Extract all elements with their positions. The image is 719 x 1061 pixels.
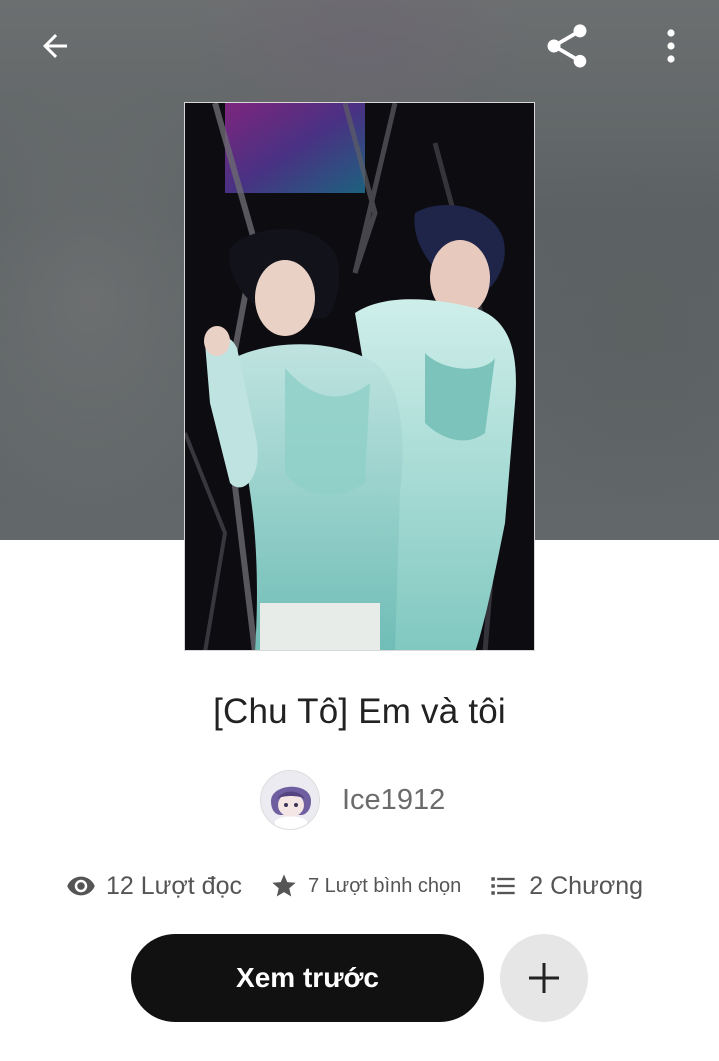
story-title: [Chu Tô] Em và tôi	[213, 692, 506, 731]
plus-icon	[529, 963, 559, 993]
parts-count: 2 Chương	[529, 871, 644, 900]
story-cover-image[interactable]	[184, 102, 535, 651]
story-stats: 12 Lượt đọc 7 Lượt bình chọn 2 Chương	[66, 864, 643, 908]
parts-stat: 2 Chương	[489, 872, 643, 901]
more-vertical-icon	[667, 29, 675, 63]
more-options-button[interactable]	[648, 18, 694, 74]
back-button[interactable]	[22, 20, 88, 72]
votes-stat: 7 Lượt bình chọn	[270, 872, 461, 900]
reads-count: 12 Lượt đọc	[106, 871, 242, 900]
top-app-bar	[0, 0, 719, 92]
eye-icon	[66, 871, 96, 901]
add-to-library-button[interactable]	[500, 934, 588, 1022]
share-button[interactable]	[530, 14, 604, 78]
author-name[interactable]: Ice1912	[342, 784, 445, 817]
avatar-image	[261, 771, 319, 829]
votes-count: 7 Lượt bình chọn	[308, 874, 462, 897]
author-row[interactable]: Ice1912	[260, 768, 445, 832]
share-icon	[547, 24, 587, 68]
arrow-left-icon	[43, 34, 67, 58]
reads-stat: 12 Lượt đọc	[66, 871, 242, 901]
star-icon	[270, 872, 298, 900]
preview-button[interactable]: Xem trước	[131, 934, 484, 1022]
cover-artwork	[185, 103, 534, 650]
list-icon	[489, 872, 517, 900]
author-avatar[interactable]	[260, 770, 320, 830]
